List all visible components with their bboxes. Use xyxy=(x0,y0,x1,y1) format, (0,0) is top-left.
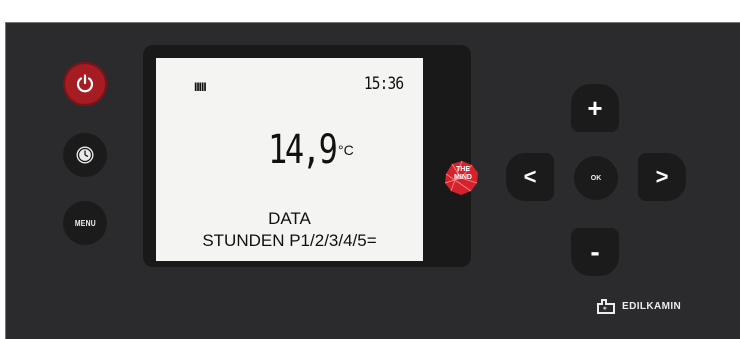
the-mind-line-1: THE xyxy=(456,166,470,173)
minus-button[interactable]: - xyxy=(571,228,619,276)
temperature-unit: °C xyxy=(338,142,354,158)
temperature-value: 14,9 xyxy=(268,127,338,173)
edilkamin-logo: * EDILKAMIN xyxy=(596,298,681,314)
menu-button[interactable]: MENU xyxy=(63,201,107,245)
ok-button-label: OK xyxy=(590,174,602,182)
chevron-right-icon: > xyxy=(655,164,669,189)
menu-line-1: DATA xyxy=(268,209,311,228)
clock-time: 15:36 xyxy=(363,74,404,94)
right-button[interactable]: > xyxy=(638,153,686,201)
minus-icon: - xyxy=(590,236,600,267)
the-mind-line-2: MIND xyxy=(454,174,472,181)
the-mind-text: THE MIND xyxy=(448,166,478,182)
clock-button[interactable] xyxy=(63,133,107,177)
power-icon xyxy=(76,74,94,93)
menu-button-label: MENU xyxy=(74,218,96,228)
menu-line-2: STUNDEN P1/2/3/4/5= xyxy=(202,231,377,250)
edilkamin-mark-icon: * xyxy=(597,299,615,314)
power-level-bars: IIIII xyxy=(194,80,207,94)
plus-button[interactable]: + xyxy=(571,84,619,132)
plus-icon: + xyxy=(587,92,603,123)
left-button[interactable]: < xyxy=(506,153,554,201)
brand-name: EDILKAMIN xyxy=(622,300,682,312)
lcd-display: IIIII 15:36 14,9 °C DATA STUNDEN P1/2/3/… xyxy=(156,58,423,261)
svg-text:*: * xyxy=(603,306,607,314)
power-button[interactable] xyxy=(63,62,107,106)
chevron-left-icon: < xyxy=(523,164,537,189)
ok-button[interactable]: OK xyxy=(574,156,618,200)
clock-icon xyxy=(76,146,94,164)
